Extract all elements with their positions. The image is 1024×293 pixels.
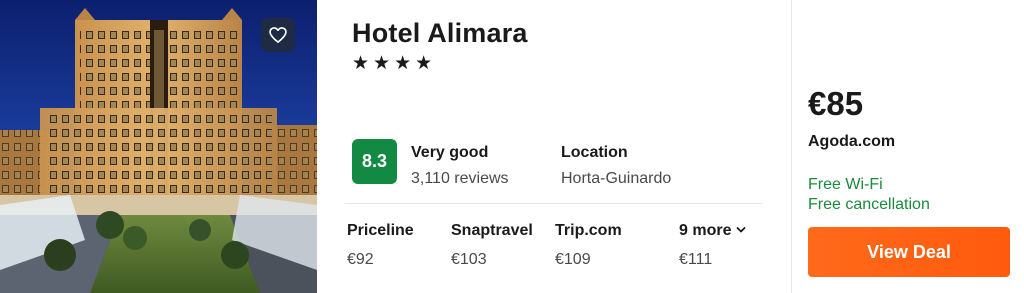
location-label: Location	[561, 144, 628, 161]
provider-offer[interactable]: Trip.com €109	[555, 222, 622, 269]
star-icon: ★	[415, 53, 433, 74]
more-providers-toggle[interactable]: 9 more €111	[679, 222, 746, 269]
provider-name: Priceline	[347, 222, 414, 239]
star-icon: ★	[352, 53, 370, 74]
hotel-name[interactable]: Hotel Alimara	[352, 18, 528, 49]
hotel-result-card: Hotel Alimara ★ ★ ★ ★ 8.3 Very good 3,11…	[0, 0, 1024, 293]
more-providers-text: 9 more	[679, 222, 732, 239]
favorite-button[interactable]	[261, 18, 295, 52]
view-deal-button[interactable]: View Deal	[808, 227, 1010, 277]
review-score-badge: 8.3	[352, 139, 397, 184]
rating-label: Very good	[411, 144, 489, 161]
location-value[interactable]: Horta-Guinardo	[561, 170, 671, 188]
divider	[345, 203, 762, 204]
feature-free-wifi: Free Wi-Fi	[808, 176, 883, 193]
column-divider	[791, 0, 792, 293]
hotel-photo[interactable]	[0, 0, 317, 293]
star-rating: ★ ★ ★ ★	[352, 54, 432, 73]
deal-price: €85	[808, 85, 864, 122]
more-providers-label: 9 more	[679, 222, 746, 240]
provider-price: €92	[347, 251, 374, 268]
provider-offer[interactable]: Snaptravel €103	[451, 222, 533, 269]
provider-name: Trip.com	[555, 222, 622, 239]
chevron-down-icon	[736, 227, 746, 233]
star-icon: ★	[373, 53, 391, 74]
review-count[interactable]: 3,110 reviews	[411, 170, 509, 188]
heart-outline-icon	[269, 27, 287, 43]
provider-offer[interactable]: Priceline €92	[347, 222, 414, 269]
deal-provider: Agoda.com	[808, 133, 896, 150]
provider-name: Snaptravel	[451, 222, 533, 239]
feature-free-cancellation: Free cancellation	[808, 196, 930, 213]
star-icon: ★	[394, 53, 412, 74]
provider-price: €103	[451, 251, 487, 268]
provider-price: €109	[555, 251, 591, 268]
provider-price: €111	[679, 251, 713, 268]
